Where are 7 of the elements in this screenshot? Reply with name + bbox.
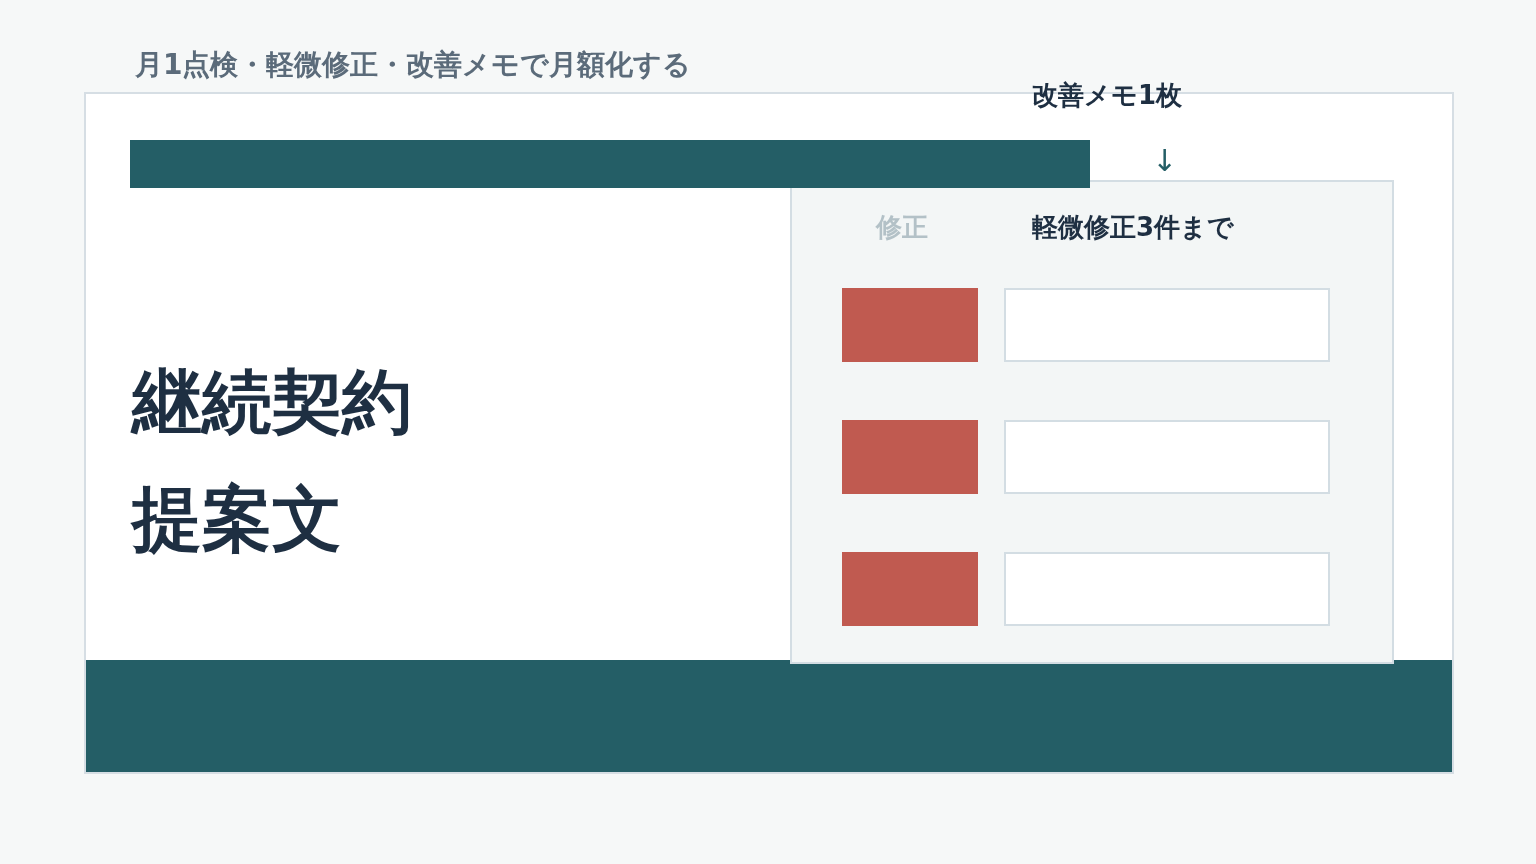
slide-title: 継続契約 [132,360,412,445]
slide-subtitle: 月1点検・軽微修正・改善メモで月額化する [135,47,692,83]
step-text: 改善メモ1枚 [1032,78,1183,112]
slide-title: 提案文 [132,477,342,562]
step-text: 軽微修正3件まで [1032,210,1235,244]
down-arrow: ↓ [1152,146,1178,176]
step-label: 修正 [876,211,928,242]
